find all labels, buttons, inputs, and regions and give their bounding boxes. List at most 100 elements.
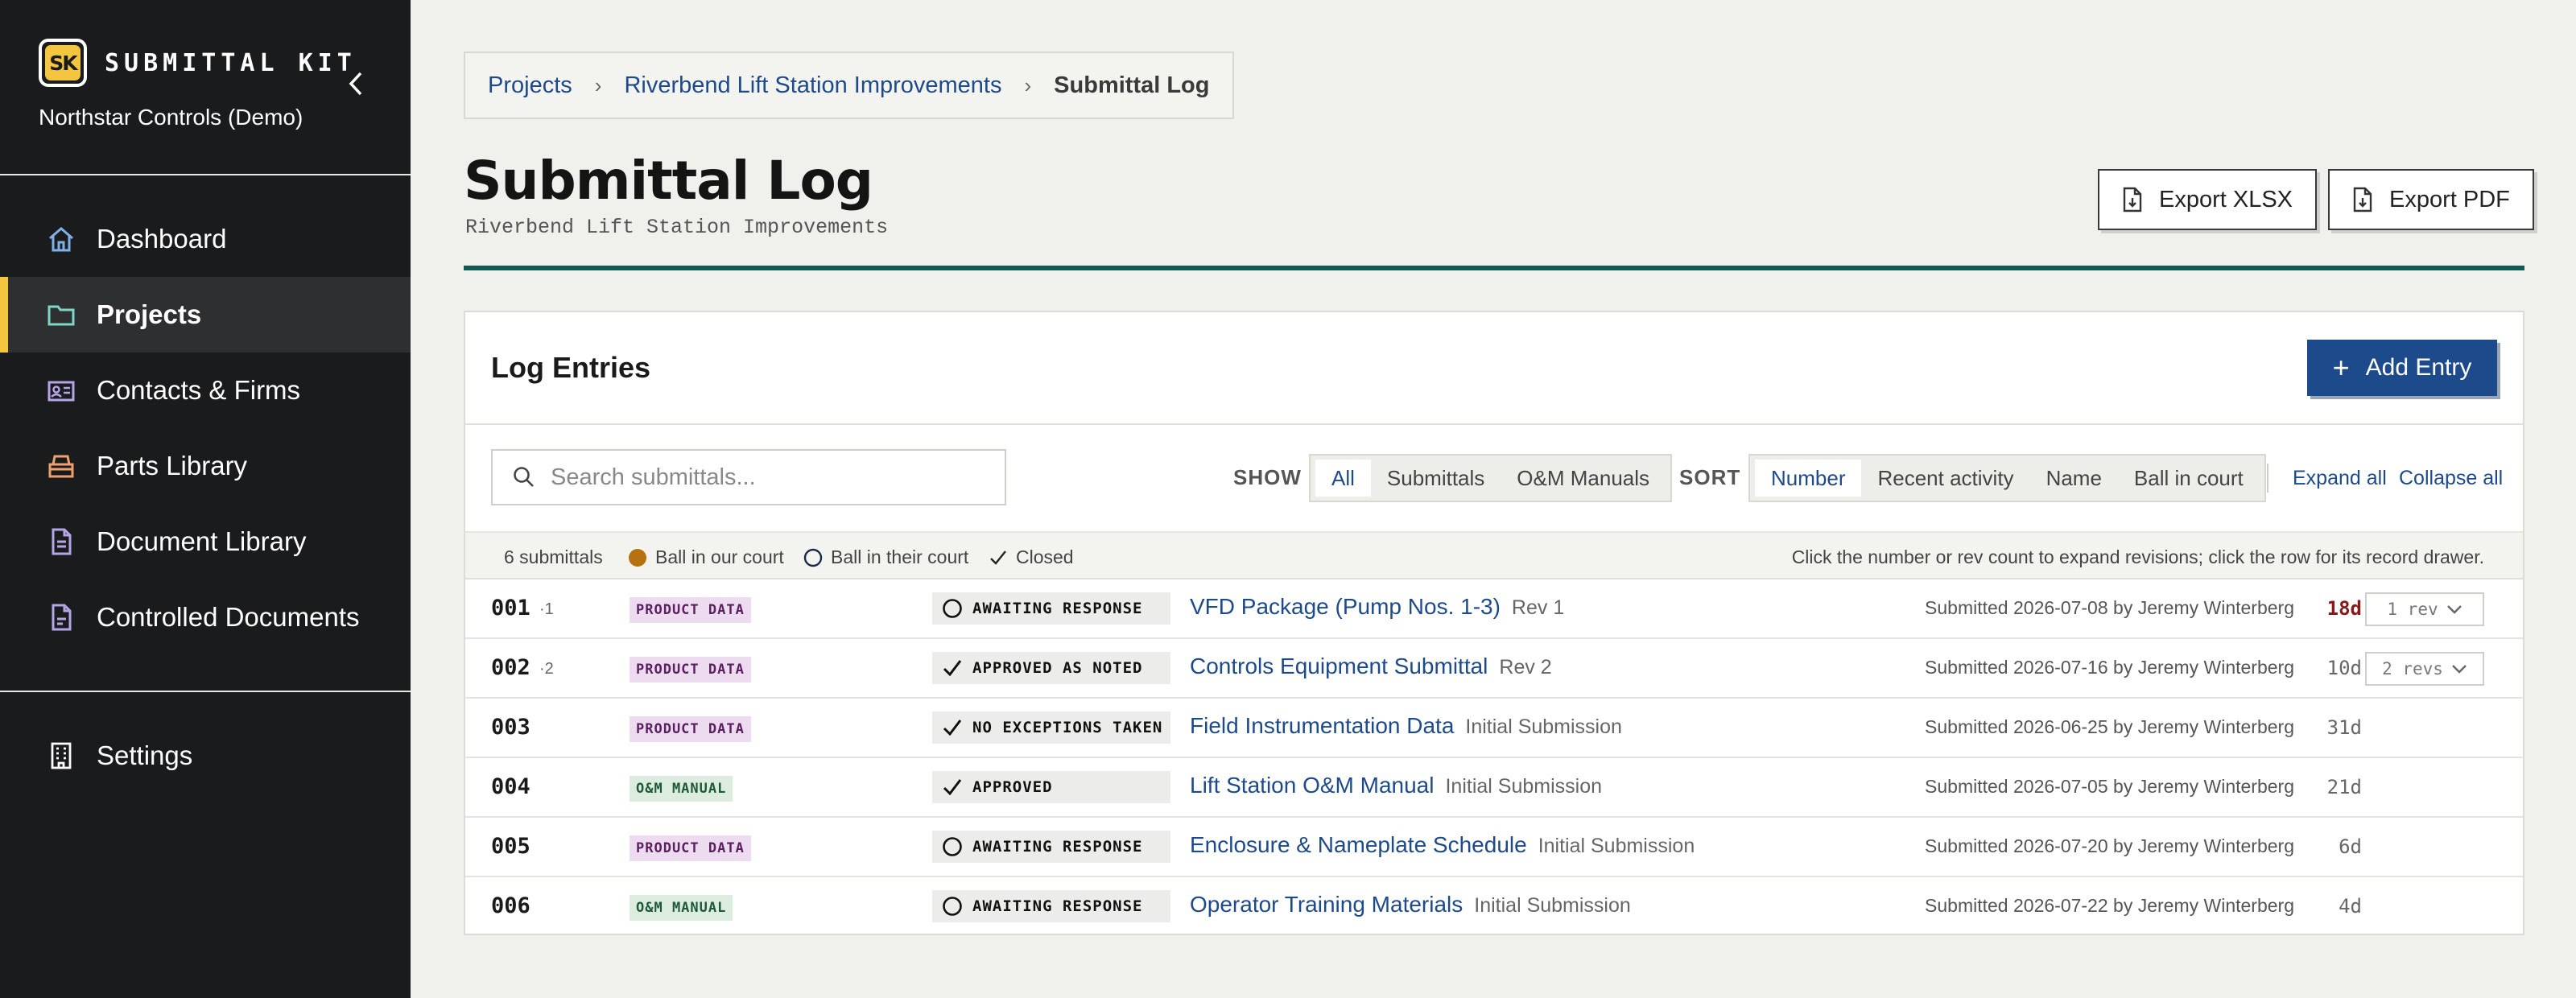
age-indicator: 10d	[2326, 657, 2362, 679]
sidebar-nav-secondary: Settings	[0, 718, 411, 794]
sort-ball-in-court-option[interactable]: Ball in court	[2118, 460, 2260, 497]
document-icon	[45, 526, 77, 558]
rev-count-indicator[interactable]: ·2	[539, 660, 554, 678]
circle-icon	[803, 548, 823, 567]
submittal-title-link[interactable]: Enclosure & Nameplate Schedule	[1190, 832, 1527, 857]
show-submittals-option[interactable]: Submittals	[1371, 460, 1501, 497]
sidebar-divider	[0, 691, 411, 692]
age-indicator: 4d	[2339, 895, 2362, 918]
sidebar-item-document-library[interactable]: Document Library	[0, 504, 411, 579]
revisions-toggle-label: 2 revs	[2382, 659, 2443, 678]
export-xlsx-button[interactable]: Export XLSX	[2098, 169, 2318, 230]
sidebar-item-projects[interactable]: Projects	[0, 277, 411, 353]
submittal-title: Lift Station O&M Manual Initial Submissio…	[1190, 773, 1602, 798]
rev-count-indicator[interactable]: ·1	[539, 600, 554, 619]
sidebar-item-settings[interactable]: Settings	[0, 718, 411, 794]
sidebar: SK SUBMITTAL KIT Northstar Controls (Dem…	[0, 0, 411, 998]
collapse-sidebar-button[interactable]	[341, 69, 370, 98]
table-row[interactable]: 005 PRODUCT DATA AWAITING RESPONSE Enclosur…	[465, 818, 2523, 877]
title-rule	[464, 266, 2524, 270]
sidebar-item-dashboard[interactable]: Dashboard	[0, 201, 411, 277]
submittal-list: 001 ·1 PRODUCT DATA AWAITING RESPONSE VFD Pa…	[465, 579, 2523, 937]
sidebar-item-label: Parts Library	[97, 451, 248, 480]
check-icon	[942, 777, 963, 798]
type-badge: PRODUCT DATA	[630, 835, 751, 861]
folder-icon	[45, 299, 77, 331]
submittal-number[interactable]: 003	[491, 715, 530, 740]
export-xlsx-label: Export XLSX	[2159, 186, 2293, 212]
revision-label: Initial Submission	[1465, 716, 1622, 738]
contact-card-icon	[45, 374, 77, 406]
brand[interactable]: SK SUBMITTAL KIT	[39, 39, 357, 87]
sidebar-item-label: Settings	[97, 740, 193, 770]
page-title: Submittal Log	[464, 150, 873, 212]
submittal-title-link[interactable]: Lift Station O&M Manual	[1190, 773, 1434, 798]
building-icon	[45, 740, 77, 772]
search-input[interactable]	[551, 464, 985, 491]
circle-icon	[942, 896, 963, 917]
table-row[interactable]: 001 ·1 PRODUCT DATA AWAITING RESPONSE VFD Pa…	[465, 579, 2523, 639]
status-label: AWAITING RESPONSE	[972, 897, 1143, 915]
sort-name-option[interactable]: Name	[2030, 460, 2118, 497]
submittal-title-link[interactable]: VFD Package (Pump Nos. 1-3)	[1190, 594, 1501, 619]
expand-all-link[interactable]: Expand all	[2293, 467, 2387, 490]
status-badge: AWAITING RESPONSE	[932, 890, 1170, 922]
legend-ball-ours-label: Ball in our court	[655, 546, 784, 567]
add-entry-label: Add Entry	[2365, 354, 2472, 381]
sidebar-divider	[0, 174, 411, 175]
sidebar-item-label: Dashboard	[97, 224, 227, 254]
submittal-title: Controls Equipment Submittal Rev 2	[1190, 654, 1552, 679]
submittal-number[interactable]: 004	[491, 774, 530, 799]
revision-label: Rev 1	[1511, 596, 1565, 619]
chevron-left-icon	[349, 72, 362, 96]
home-icon	[45, 223, 77, 255]
submittal-number[interactable]: 005	[491, 834, 530, 859]
submittal-title-link[interactable]: Field Instrumentation Data	[1190, 713, 1454, 738]
submitted-info: Submitted 2026-07-05 by Jeremy Winterber…	[1925, 776, 2294, 797]
table-row[interactable]: 003 PRODUCT DATA NO EXCEPTIONS TAKEN Field …	[465, 699, 2523, 758]
search-box[interactable]	[491, 449, 1006, 505]
sidebar-item-parts-library[interactable]: Parts Library	[0, 428, 411, 504]
add-entry-button[interactable]: + Add Entry	[2307, 340, 2497, 396]
submittal-count: 6 submittals	[504, 546, 603, 567]
sidebar-item-contacts[interactable]: Contacts & Firms	[0, 353, 411, 428]
table-row[interactable]: 006 O&M MANUAL AWAITING RESPONSE Operator T…	[465, 877, 2523, 937]
card-header: Log Entries + Add Entry	[465, 312, 2523, 425]
submittal-title-link[interactable]: Operator Training Materials	[1190, 892, 1463, 917]
parts-bin-icon	[45, 450, 77, 482]
show-om-manuals-option[interactable]: O&M Manuals	[1501, 460, 1666, 497]
submittal-number[interactable]: 002	[491, 655, 530, 680]
submittal-number[interactable]: 006	[491, 893, 530, 918]
revision-label: Rev 2	[1499, 656, 1552, 678]
show-all-option[interactable]: All	[1315, 460, 1371, 497]
legend-closed: Closed	[989, 546, 1074, 568]
revisions-toggle-button[interactable]: 1 rev	[2365, 592, 2484, 626]
circle-icon	[942, 836, 963, 857]
collapse-all-link[interactable]: Collapse all	[2399, 467, 2503, 490]
file-export-icon	[2122, 187, 2143, 212]
breadcrumb-projects-link[interactable]: Projects	[488, 72, 572, 99]
org-name: Northstar Controls (Demo)	[39, 105, 303, 130]
submittal-title-link[interactable]: Controls Equipment Submittal	[1190, 654, 1488, 678]
sidebar-item-label: Document Library	[97, 526, 307, 556]
status-badge: NO EXCEPTIONS TAKEN	[932, 711, 1170, 744]
revisions-toggle-button[interactable]: 2 revs	[2365, 652, 2484, 686]
export-pdf-button[interactable]: Export PDF	[2328, 169, 2534, 230]
legend-hint: Click the number or rev count to expand …	[1791, 546, 2484, 567]
chevron-down-icon	[2451, 663, 2467, 674]
status-badge: APPROVED	[932, 771, 1170, 803]
sort-recent-activity-option[interactable]: Recent activity	[1861, 460, 2029, 497]
submittal-number[interactable]: 001	[491, 596, 530, 621]
breadcrumb: Projects › Riverbend Lift Station Improv…	[464, 52, 1234, 119]
table-row[interactable]: 002 ·2 PRODUCT DATA APPROVED AS NOTED Contro…	[465, 639, 2523, 699]
table-row[interactable]: 004 O&M MANUAL APPROVED Lift Station O&M Ma…	[465, 758, 2523, 818]
age-indicator: 6d	[2339, 835, 2362, 858]
show-filter: All Submittals O&M Manuals	[1309, 454, 1673, 502]
sort-number-option[interactable]: Number	[1755, 460, 1862, 497]
age-indicator: 21d	[2326, 776, 2362, 798]
legend-closed-label: Closed	[1016, 546, 1074, 567]
logo-mark: SK	[45, 45, 80, 80]
sidebar-item-controlled-documents[interactable]: Controlled Documents	[0, 579, 411, 655]
breadcrumb-project-link[interactable]: Riverbend Lift Station Improvements	[624, 72, 1001, 99]
sort-label: SORT	[1679, 465, 1741, 489]
